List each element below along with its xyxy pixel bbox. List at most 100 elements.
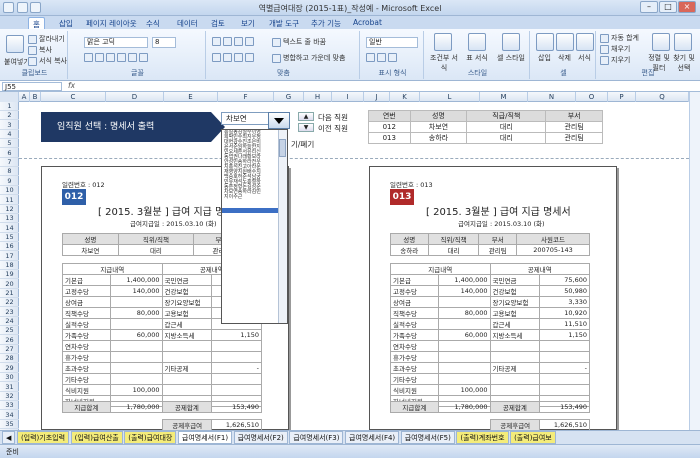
tab-review[interactable]: 검토 <box>207 17 229 29</box>
column-header[interactable]: M <box>480 92 528 102</box>
row-header[interactable]: 12 <box>0 205 19 214</box>
insert-cells-icon[interactable] <box>536 33 554 51</box>
delete-cells-button[interactable]: 삭제 <box>558 53 571 63</box>
row-header[interactable]: 26 <box>0 336 19 345</box>
tab-acrobat[interactable]: Acrobat <box>349 17 386 29</box>
sheet-tab[interactable]: 급여명세서(F3) <box>289 431 344 444</box>
column-header[interactable]: C <box>41 92 106 102</box>
tab-view[interactable]: 보기 <box>237 17 259 29</box>
row-header[interactable]: 35 <box>0 420 19 429</box>
tab-formulas[interactable]: 수식 <box>142 17 164 29</box>
column-header[interactable]: K <box>390 92 420 102</box>
format-cells-icon[interactable] <box>576 33 594 51</box>
font-size-select[interactable]: 8 <box>152 37 176 48</box>
row-header[interactable]: 21 <box>0 289 19 298</box>
name-box[interactable]: J55 <box>2 82 62 91</box>
fill-button[interactable]: 채우기 <box>600 44 630 54</box>
column-header[interactable]: Q <box>636 92 689 102</box>
row-header[interactable]: 15 <box>0 233 19 242</box>
row-header[interactable]: 5 <box>0 139 19 149</box>
row-header[interactable]: 18 <box>0 261 19 270</box>
format-cells-button[interactable]: 서식 <box>578 53 591 63</box>
tab-data[interactable]: 데이터 <box>173 17 202 29</box>
vertical-scrollbar[interactable] <box>689 92 700 430</box>
column-header[interactable]: D <box>106 92 164 102</box>
tab-developer[interactable]: 개발 도구 <box>265 17 303 29</box>
sheet-tab[interactable]: (출력)급여보 <box>510 431 556 444</box>
row-header[interactable]: 3 <box>0 121 19 130</box>
column-header[interactable]: H <box>304 92 332 102</box>
maximize-button[interactable]: □ <box>659 1 677 13</box>
sheet-tab[interactable]: (입력)기초입력 <box>16 431 70 444</box>
row-header[interactable]: 23 <box>0 308 19 317</box>
format-painter-button[interactable]: 서식 복사 <box>28 56 67 66</box>
clear-button[interactable]: 지우기 <box>600 55 630 65</box>
paste-button[interactable]: 붙여넣기 <box>4 57 30 67</box>
merge-center-button[interactable]: 병합하고 가운데 맞춤 <box>272 53 345 63</box>
column-header[interactable]: N <box>528 92 576 102</box>
row-header[interactable]: 27 <box>0 345 19 355</box>
row-header[interactable]: 6 <box>0 149 19 158</box>
cell-style-button[interactable]: 셀 스타일 <box>496 53 526 63</box>
row-header[interactable]: 8 <box>0 167 19 177</box>
row-header[interactable]: 19 <box>0 270 19 280</box>
row-header[interactable]: 17 <box>0 252 19 261</box>
find-select-icon[interactable] <box>674 33 692 51</box>
row-header[interactable]: 34 <box>0 411 19 420</box>
sheet-tab[interactable]: (입력)급여산출 <box>70 431 123 444</box>
row-header[interactable]: 30 <box>0 373 19 383</box>
column-header[interactable]: I <box>332 92 364 102</box>
row-header[interactable]: 4 <box>0 130 19 140</box>
cell-style-icon[interactable] <box>502 33 520 51</box>
sheet-tab[interactable]: 급여명세서(F5) <box>400 431 455 444</box>
sheet-tab[interactable]: 급여명세서(F4) <box>345 431 400 444</box>
column-header[interactable]: J <box>364 92 390 102</box>
row-header[interactable]: 7 <box>0 158 19 168</box>
row-header[interactable]: 24 <box>0 317 19 327</box>
row-header[interactable]: 22 <box>0 298 19 308</box>
row-header[interactable]: 33 <box>0 401 19 411</box>
minimize-button[interactable]: – <box>640 1 658 13</box>
row-header[interactable]: 25 <box>0 326 19 336</box>
row-header[interactable]: 31 <box>0 383 19 392</box>
column-header[interactable]: P <box>608 92 636 102</box>
sheet-tab[interactable]: (출력)계좌번호 <box>456 431 509 444</box>
next-employee-button[interactable]: ▲ <box>298 112 314 121</box>
row-header[interactable]: 14 <box>0 224 19 233</box>
tab-insert[interactable]: 삽입 <box>55 17 77 29</box>
dropdown-scrollbar[interactable] <box>278 130 287 323</box>
select-all-corner[interactable] <box>0 92 19 102</box>
row-header[interactable]: 2 <box>0 111 19 121</box>
cut-button[interactable]: 잘라내기 <box>28 34 65 44</box>
currency-buttons[interactable] <box>366 53 399 62</box>
sheet-tab[interactable]: 급여명세서(F2) <box>233 431 288 444</box>
column-header[interactable]: G <box>274 92 304 102</box>
row-header[interactable]: 9 <box>0 177 19 186</box>
copy-button[interactable]: 복사 <box>28 45 52 55</box>
dropdown-selected-item[interactable] <box>222 208 280 213</box>
dropdown-scroll-thumb[interactable] <box>279 139 286 157</box>
column-header[interactable]: B <box>30 92 41 102</box>
insert-cells-button[interactable]: 삽입 <box>538 53 551 63</box>
delete-cells-icon[interactable] <box>556 33 574 51</box>
column-header[interactable]: L <box>420 92 480 102</box>
combo-dropdown-button[interactable] <box>268 112 290 129</box>
table-format-button[interactable]: 표 서식 <box>464 53 490 63</box>
tab-nav-first[interactable]: ◀ <box>2 431 16 444</box>
number-format-select[interactable]: 일반 <box>366 37 418 48</box>
prev-employee-button[interactable]: ▼ <box>298 123 314 132</box>
row-header[interactable]: 20 <box>0 280 19 289</box>
column-header[interactable]: E <box>164 92 218 102</box>
row-header[interactable]: 16 <box>0 242 19 252</box>
column-header[interactable]: O <box>576 92 608 102</box>
row-header[interactable]: 1 <box>0 102 19 111</box>
wrap-text-button[interactable]: 텍스트 줄 바꿈 <box>272 37 326 47</box>
tab-page-layout[interactable]: 페이지 레이아웃 <box>82 17 141 29</box>
conditional-format-icon[interactable] <box>434 33 452 51</box>
row-header[interactable]: 32 <box>0 392 19 401</box>
worksheet-grid[interactable]: 임직원 선택 : 명세서 출력 차보연 ▲ 다음 직원 ▼ 이전 직원 기/폐기… <box>19 102 689 430</box>
table-format-icon[interactable] <box>468 33 486 51</box>
tab-home[interactable]: 홈 <box>28 17 45 29</box>
sheet-tab-active[interactable]: 급여명세서(F1) <box>177 431 233 444</box>
column-header[interactable]: A <box>19 92 30 102</box>
